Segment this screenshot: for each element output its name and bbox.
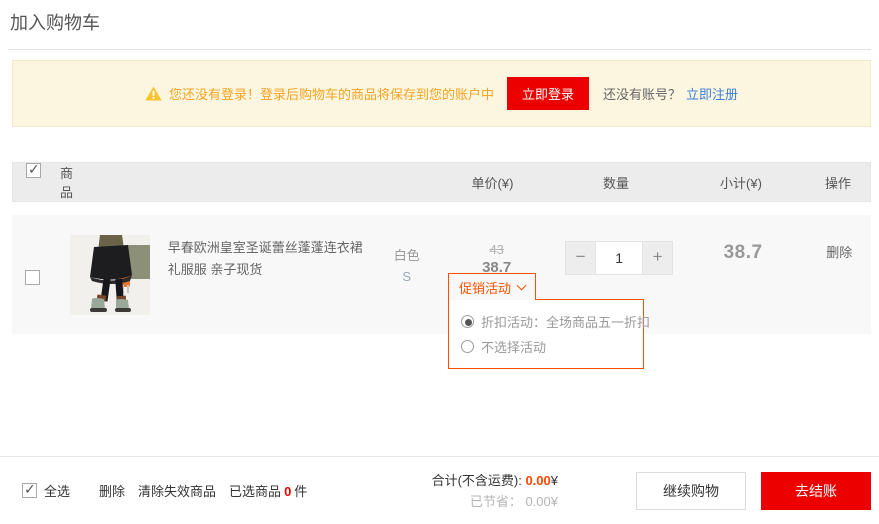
total-value: 0.00 xyxy=(525,473,550,488)
continue-shopping-button[interactable]: 继续购物 xyxy=(636,472,746,510)
subtotal-cell: 38.7 xyxy=(679,215,808,264)
quantity-increase-button[interactable]: + xyxy=(642,241,673,275)
select-all-label[interactable]: 全选 xyxy=(44,481,70,500)
saved-line: 已节省： 0.00¥ xyxy=(432,491,558,512)
chevron-down-icon xyxy=(517,280,527,290)
warning-triangle-icon xyxy=(145,86,162,101)
item-checkbox[interactable] xyxy=(25,270,40,285)
header-subtotal: 小计(¥) xyxy=(676,173,806,192)
header-unit-price: 单价(¥) xyxy=(429,173,556,192)
product-variant: 白色 S xyxy=(380,245,434,315)
selected-count-text: 已选商品0件 xyxy=(229,481,307,500)
no-account-text: 还没有账号？ xyxy=(603,84,681,103)
cart-page: 加入购物车 您还没有登录！登录后购物车的商品将保存到您的账户中 立即登录 还没有… xyxy=(0,0,879,524)
cart-item-row: 早春欧洲皇室圣诞蕾丝蓬蓬连衣裙礼服服 亲子现货 白色 S 43 38.7 − +… xyxy=(12,215,871,334)
table-header: 商品 单价(¥) 数量 小计(¥) 操作 xyxy=(12,162,871,202)
operation-cell: 删除 xyxy=(808,215,871,261)
delete-selected-link[interactable]: 删除 xyxy=(99,481,125,500)
variant-color: 白色 xyxy=(380,245,434,264)
promotion-dropdown-toggle[interactable]: 促销活动 xyxy=(448,273,536,300)
header-checkbox-cell: 商品 xyxy=(13,163,59,201)
page-title: 加入购物车 xyxy=(0,0,879,35)
radio-unselected-icon[interactable] xyxy=(461,340,474,353)
total-line: 合计(不含运费): 0.00¥ xyxy=(432,470,558,491)
totals-block: 合计(不含运费): 0.00¥ 已节省： 0.00¥ xyxy=(432,470,558,512)
title-divider xyxy=(8,49,871,50)
cart-table: 商品 单价(¥) 数量 小计(¥) 操作 xyxy=(12,162,871,334)
unit-price-cell: 43 38.7 xyxy=(434,215,560,276)
radio-selected-icon[interactable] xyxy=(461,315,474,328)
selected-count-value: 0 xyxy=(284,484,291,499)
quantity-cell: − + xyxy=(560,215,679,275)
promotion-label: 促销活动 xyxy=(459,278,511,297)
quantity-stepper: − + xyxy=(565,241,673,275)
promotion-option-none[interactable]: 不选择活动 xyxy=(461,337,643,356)
select-all-checkbox-footer[interactable] xyxy=(22,483,37,498)
checkout-button[interactable]: 去结账 xyxy=(761,472,871,510)
clear-invalid-link[interactable]: 清除失效商品 xyxy=(138,481,216,500)
original-price: 43 xyxy=(434,242,560,257)
login-now-button[interactable]: 立即登录 xyxy=(507,77,589,110)
cart-footer-bar: 全选 删除 清除失效商品 已选商品0件 合计(不含运费): 0.00¥ 已节省：… xyxy=(0,456,879,524)
promotion-option-discount[interactable]: 折扣活动：全场商品五一折扣 xyxy=(461,312,643,331)
header-product: 商品 xyxy=(60,163,73,201)
product-image[interactable] xyxy=(70,235,150,315)
header-operation: 操作 xyxy=(806,173,870,192)
select-all-checkbox-header[interactable] xyxy=(26,163,41,178)
subtotal-value: 38.7 xyxy=(724,242,763,263)
product-photo-graphic xyxy=(70,235,150,315)
quantity-input[interactable] xyxy=(596,241,642,275)
product-name[interactable]: 早春欧洲皇室圣诞蕾丝蓬蓬连衣裙礼服服 亲子现货 xyxy=(168,237,364,315)
delete-item-link[interactable]: 删除 xyxy=(826,245,852,260)
register-now-link[interactable]: 立即注册 xyxy=(686,84,738,103)
header-quantity: 数量 xyxy=(556,173,676,192)
login-warning-text: 您还没有登录！登录后购物车的商品将保存到您的账户中 xyxy=(169,84,494,103)
variant-size: S xyxy=(380,269,434,284)
login-warning-banner: 您还没有登录！登录后购物车的商品将保存到您的账户中 立即登录 还没有账号？ 立即… xyxy=(12,60,871,127)
quantity-decrease-button[interactable]: − xyxy=(565,241,596,275)
promotion-dropdown-panel: 折扣活动：全场商品五一折扣 不选择活动 xyxy=(448,299,644,369)
